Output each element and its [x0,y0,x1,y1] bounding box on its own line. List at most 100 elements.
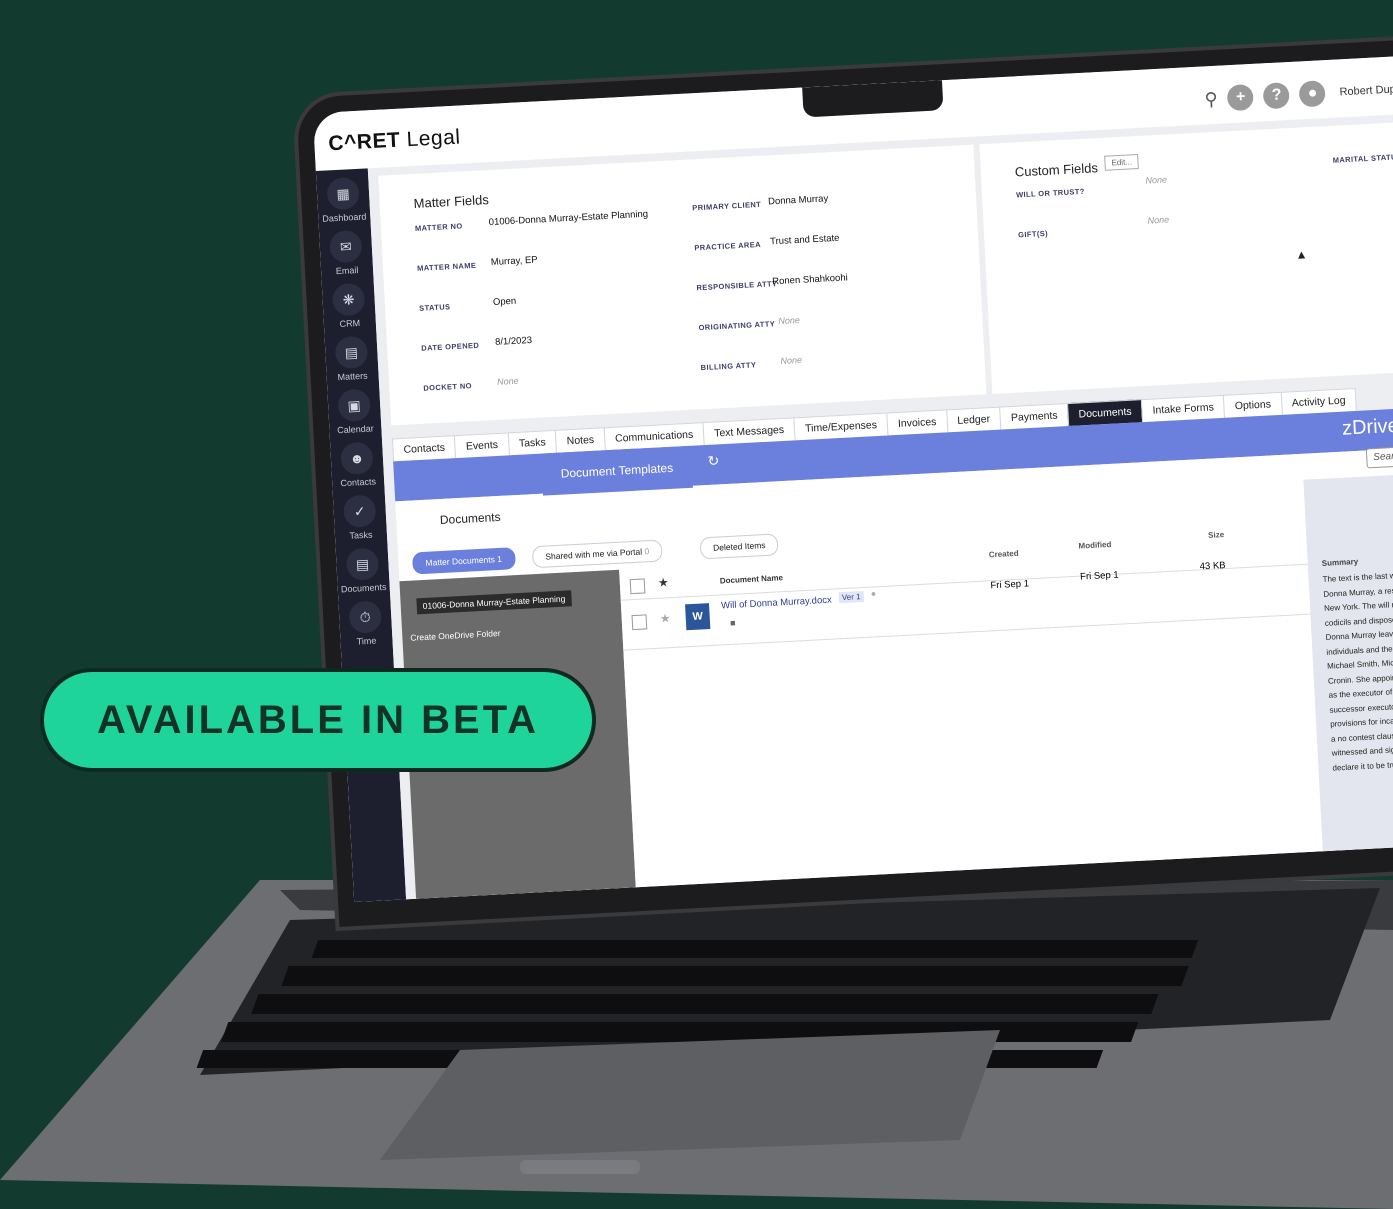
sidebar-item-calendar[interactable]: ▣ Calendar [327,388,381,436]
sidebar-item-label: Tasks [349,529,373,541]
add-icon[interactable]: + [1227,83,1255,112]
sidebar-item-crm[interactable]: ❋ CRM [322,282,376,330]
billing-atty-label: BILLING ATTY [700,360,757,373]
will-trust-label: WILL OR TRUST? [1015,186,1085,200]
documents-icon: ▤ [345,547,380,581]
sidebar-item-documents[interactable]: ▤ Documents [336,547,390,595]
laptop-bezel: C^RET Legal ⚲ + ? ● Robert Dupont ▦ Dashb… [296,37,1393,927]
tasks-icon: ✓ [342,494,377,529]
star-icon: ★ [657,575,669,590]
shared-portal-count: 0 [644,546,650,557]
sidebar-item-tasks[interactable]: ✓ Tasks [333,494,387,542]
tab-tasks[interactable]: Tasks [507,429,558,456]
deleted-items-pill[interactable]: Deleted Items [699,533,780,560]
originating-atty-label: ORIGINATING ATTY [698,319,776,333]
zdrive-brand: zDrive [1341,414,1393,440]
matter-name-label: MATTER NAME [416,260,477,273]
calendar-icon: ▣ [337,388,371,423]
word-file-icon: W [685,603,711,631]
comment-icon[interactable]: ● [870,588,876,598]
email-icon: ✉ [329,229,363,264]
billing-atty-value: None [780,354,803,367]
originating-atty-value: None [778,314,801,327]
tab-events[interactable]: Events [454,432,510,459]
sidebar-item-label: Documents [340,581,387,595]
time-icon: ⏱ [348,600,383,634]
chat-icon[interactable]: ● [1298,80,1327,108]
tab-documents[interactable]: Documents [395,494,545,544]
gifts-label: GIFT(S) [1017,228,1049,240]
tab-ledger[interactable]: Ledger [945,406,1002,433]
laptop-keyboard-deck [0,880,1393,1209]
responsible-atty-label: RESPONSIBLE ATTY [696,279,778,293]
refresh-icon[interactable]: ↻ [707,452,720,470]
main-area: Matter Fields MATTER NO 01006-Donna Murr… [367,112,1393,900]
col-size[interactable]: Size [1208,530,1224,540]
user-icon: ■ [729,617,736,628]
edit-button[interactable]: Edit... [1104,153,1140,171]
custom-fields-card: Custom Fields Edit... WILL OR TRUST? Non… [979,117,1393,394]
search-input[interactable]: Search [1365,444,1393,469]
logo-bold: C^RET [327,128,401,156]
matter-name-value: Murray, EP [490,254,538,269]
shared-portal-pill[interactable]: Shared with me via Portal 0 [531,539,663,569]
search-icon[interactable]: ⚲ [1204,88,1218,110]
sidebar-item-dashboard[interactable]: ▦ Dashboard [316,176,370,224]
primary-client-value: Donna Murray [767,193,829,208]
matter-documents-pill[interactable]: Matter Documents 1 [411,547,516,575]
created-cell: Fri Sep 1 [990,578,1030,592]
tab-invoices[interactable]: Invoices [886,409,948,436]
crm-icon: ❋ [331,282,366,317]
folder-name[interactable]: 01006-Donna Murray-Estate Planning [416,590,572,615]
matter-no-label: MATTER NO [414,221,463,233]
logo-light: Legal [406,125,462,152]
col-modified[interactable]: Modified [1078,540,1111,551]
gifts-value: None [1147,214,1170,226]
col-created[interactable]: Created [989,549,1019,560]
date-opened-value: 8/1/2023 [494,334,533,348]
sidebar-item-label: Calendar [336,423,374,436]
sidebar-item-matters[interactable]: ▤ Matters [325,335,379,383]
summary-title: Summary [1321,557,1359,568]
practice-area-value: Trust and Estate [769,232,840,248]
sidebar-item-label: Contacts [340,476,377,489]
help-icon[interactable]: ? [1263,82,1291,110]
tab-contacts[interactable]: Contacts [391,435,457,462]
sidebar-item-email[interactable]: ✉ Email [319,229,373,277]
responsible-atty-value: Ronen Shahkoohi [771,272,849,288]
matter-fields-card: Matter Fields MATTER NO 01006-Donna Murr… [378,144,987,426]
docket-no-label: DOCKET NO [423,381,473,393]
document-name-link[interactable]: Will of Donna Murray.docx [721,595,832,612]
row-checkbox[interactable] [631,614,648,631]
sidebar-item-label: Matters [337,370,368,383]
matter-documents-count: 1 [496,553,503,565]
row-star-icon[interactable]: ★ [659,611,670,626]
date-opened-label: DATE OPENED [421,340,480,353]
matter-fields-title: Matter Fields [413,192,490,211]
dashboard-icon: ▦ [326,176,360,211]
docket-no-value: None [496,375,519,387]
size-cell: 43 KB [1199,559,1226,573]
create-onedrive-folder-link[interactable]: Create OneDrive Folder [410,628,501,643]
custom-fields-title: Custom Fields [1014,160,1099,180]
col-document-name[interactable]: Document Name [720,573,784,585]
select-all-checkbox[interactable] [629,578,646,595]
status-label: STATUS [418,302,451,313]
tab-document-templates[interactable]: Document Templates [540,445,693,496]
app-screen: C^RET Legal ⚲ + ? ● Robert Dupont ▦ Dashb… [312,54,1393,903]
status-value: Open [492,295,517,308]
matter-documents-label: Matter Documents [425,554,496,568]
top-icons: ⚲ + ? ● Robert Dupont [1204,76,1393,113]
sidebar-item-contacts[interactable]: ☻ Contacts [330,441,384,489]
version-badge[interactable]: Ver 1 [838,590,864,604]
user-name[interactable]: Robert Dupont [1339,83,1393,99]
documents-table: ★ Document Name Created Modified Size ★ … [619,530,1353,888]
beta-badge: AVAILABLE IN BETA [40,668,596,772]
briefcase-icon: ▤ [334,335,369,370]
tab-options[interactable]: Options [1223,391,1283,418]
tab-notes[interactable]: Notes [555,427,606,453]
sidebar-item-label: Dashboard [322,211,367,224]
sidebar-item-time[interactable]: ⏱ Time [338,600,392,648]
sidebar-item-label: Time [356,635,377,647]
will-trust-value: None [1145,174,1168,186]
